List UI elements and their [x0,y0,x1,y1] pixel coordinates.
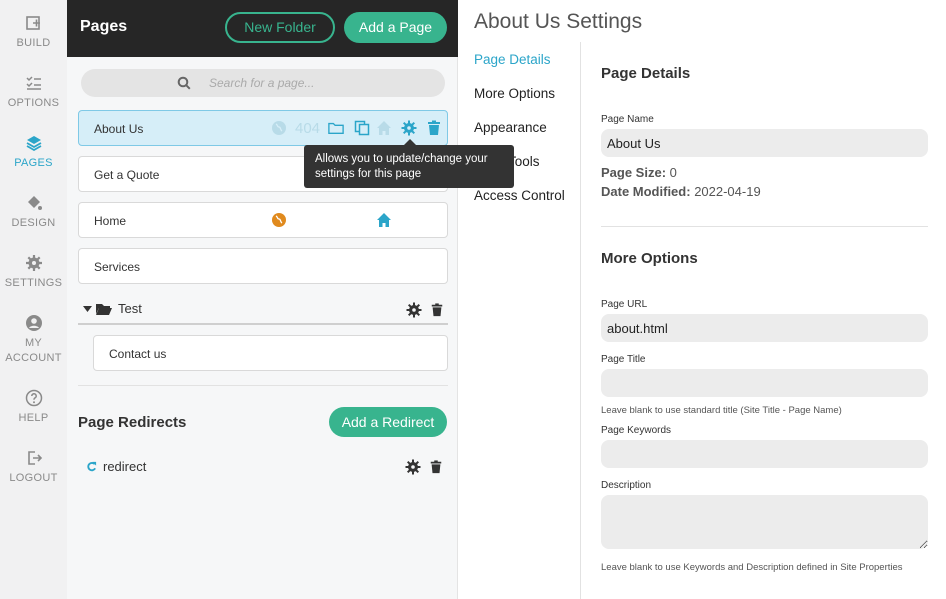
page-row-home[interactable]: Home [78,202,448,238]
redirect-settings-gear-icon[interactable] [405,459,421,475]
date-modified-label: Date Modified: [601,184,691,199]
page-title-input[interactable] [601,369,928,397]
search-icon [177,76,191,90]
page-row-label: About Us [94,122,144,136]
page-search-bar [81,69,445,97]
page-name-input[interactable] [601,129,928,157]
page-row-label: Home [94,214,127,228]
settings-divider [580,42,581,599]
page-keywords-input[interactable] [601,440,928,468]
description-hint: Leave blank to use Keywords and Descript… [601,562,903,573]
redirect-label: redirect [103,459,147,474]
rail-help[interactable]: HELP [0,389,67,426]
date-modified-line: Date Modified: 2022-04-19 [601,184,761,199]
rail-settings[interactable]: SETTINGS [0,254,67,291]
page-redirects-title: Page Redirects [78,414,187,431]
page-url-input[interactable] [601,314,928,342]
add-page-button[interactable]: Add a Page [344,12,447,43]
home-icon[interactable] [376,120,392,136]
settings-nav-appearance[interactable]: Appearance [474,120,547,135]
folder-trash-icon[interactable] [430,302,444,318]
divider [78,385,448,386]
pages-title: Pages [80,18,128,35]
settings-nav-access-control[interactable]: Access Control [474,188,565,203]
page-row-contact-us[interactable]: Contact us [93,335,448,371]
globe-icon[interactable] [271,120,287,136]
page-search-input[interactable] [209,73,429,93]
caret-down-icon[interactable] [83,305,92,313]
page-details-title: Page Details [601,65,691,82]
rail-my-account[interactable]: MY ACCOUNT [0,314,67,366]
section-divider [601,226,928,227]
page-title-label: Page Title [601,354,646,365]
page-row-services[interactable]: Services [78,248,448,284]
rail-account-label: ACCOUNT [5,352,62,364]
help-icon [25,389,42,407]
app-window: BUILD OPTIONS PAGES DESIGN SETTINGS MY A… [0,0,946,599]
copy-icon[interactable] [354,120,370,136]
rail-pages[interactable]: PAGES [0,134,67,171]
redirect-row[interactable]: redirect [78,455,448,479]
page-name-label: Page Name [601,114,654,125]
logout-icon [27,451,42,465]
settings-tooltip: Allows you to update/change your setting… [304,139,514,188]
rail-build[interactable]: BUILD [0,14,67,51]
new-folder-button[interactable]: New Folder [225,12,335,43]
rail-design-label: DESIGN [11,217,56,229]
page-title-hint: Leave blank to use standard title (Site … [601,405,842,416]
rail-options-label: OPTIONS [7,97,60,109]
trash-icon[interactable] [426,120,442,136]
description-textarea[interactable] [601,495,928,549]
date-modified-value: 2022-04-19 [694,184,761,199]
page-size-label: Page Size: [601,165,667,180]
not-found-badge[interactable]: 404 [295,120,320,137]
paint-bucket-icon [27,196,42,210]
settings-nav-more-options[interactable]: More Options [474,86,555,101]
rail-design[interactable]: DESIGN [0,194,67,231]
left-icon-rail: BUILD OPTIONS PAGES DESIGN SETTINGS MY A… [0,0,67,599]
page-row-label: Get a Quote [94,168,160,182]
settings-nav-page-details[interactable]: Page Details [474,52,551,67]
description-label: Description [601,480,652,491]
rail-settings-label: SETTINGS [4,277,63,289]
settings-gear-icon[interactable] [401,120,417,136]
settings-title: About Us Settings [474,10,643,33]
page-url-label: Page URL [601,299,648,310]
folder-label: Test [118,301,142,316]
redirect-trash-icon[interactable] [429,459,443,475]
folder-move-icon[interactable] [328,120,344,136]
rail-pages-label: PAGES [14,157,53,169]
home-page-icon[interactable] [376,212,392,228]
more-options-title: More Options [601,250,698,267]
options-list-icon [25,76,41,90]
page-row-label: Contact us [109,347,167,361]
folder-row-test[interactable]: Test [78,297,448,325]
globe-icon[interactable] [271,212,287,228]
page-size-value: 0 [669,165,677,180]
layers-icon [26,136,41,152]
open-folder-icon [96,304,112,315]
redirect-arrow-icon [87,461,97,472]
page-size-line: Page Size: 0 [601,165,677,180]
page-row-label: Services [94,260,141,274]
pages-panel: Pages New Folder Add a Page About Us 404… [67,0,458,599]
rail-logout[interactable]: LOGOUT [0,449,67,486]
rail-my-label: MY [24,337,43,349]
add-redirect-button[interactable]: Add a Redirect [329,407,447,437]
rail-options[interactable]: OPTIONS [0,74,67,111]
page-row-about-us[interactable]: About Us 404 [78,110,448,146]
gear-icon [25,255,42,271]
rail-build-label: BUILD [16,37,51,49]
pages-header: Pages New Folder Add a Page [67,0,458,57]
user-icon [25,315,42,331]
rail-help-label: HELP [18,412,49,424]
rail-logout-label: LOGOUT [9,472,58,484]
build-icon [25,16,40,30]
folder-settings-gear-icon[interactable] [406,302,422,318]
page-keywords-label: Page Keywords [601,425,672,436]
